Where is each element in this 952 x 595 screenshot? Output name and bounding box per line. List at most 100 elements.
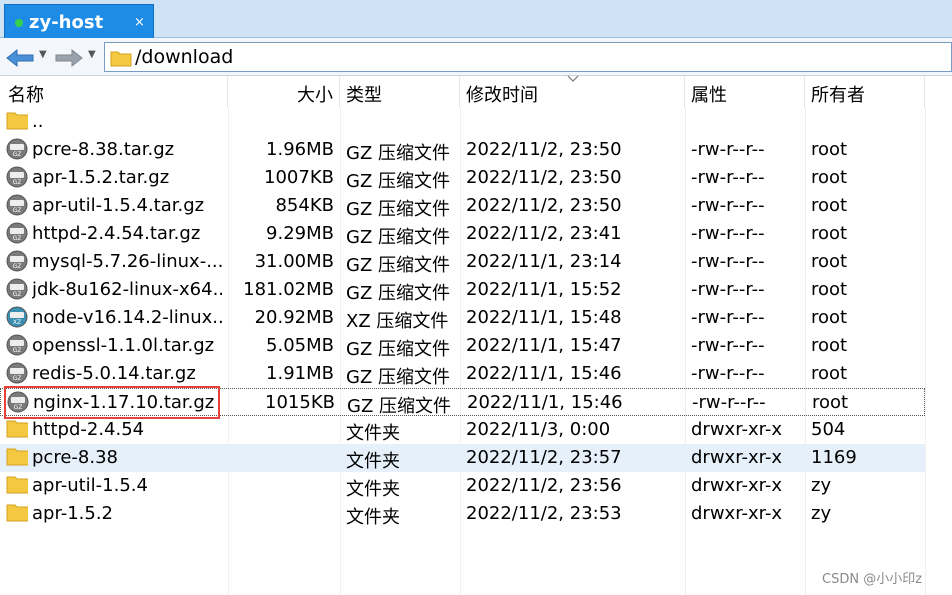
table-row[interactable]: .. (0, 108, 925, 136)
file-type: XZ 压缩文件 (346, 311, 449, 332)
table-row[interactable]: XZ node-v16.14.2-linux... 20.92MB XZ 压缩文件 20… (0, 304, 925, 332)
file-owner: root (812, 392, 849, 413)
file-modified-time: 2022/11/2, 23:50 (466, 139, 622, 160)
gz-archive-icon: GZ (7, 391, 29, 413)
file-attributes: -rw-r--r-- (691, 139, 765, 160)
file-attributes: drwxr-xr-x (691, 503, 782, 524)
column-header-name[interactable]: 名称 (0, 76, 228, 108)
table-row[interactable]: GZ nginx-1.17.10.tar.gz 1015KB GZ 压缩文件 2022/… (0, 388, 925, 417)
tab-zy-host[interactable]: zy-host × (4, 4, 154, 38)
table-row[interactable]: apr-util-1.5.4 文件夹 2022/11/2, 23:56 drwxr-x… (0, 472, 925, 500)
table-row[interactable]: GZ apr-util-1.5.4.tar.gz 854KB GZ 压缩文件 2022/… (0, 192, 925, 220)
file-size: 181.02MB (243, 279, 334, 300)
gz-archive-icon: GZ (6, 138, 28, 160)
file-modified-time: 2022/11/2, 23:50 (466, 195, 622, 216)
xz-archive-icon: XZ (6, 306, 28, 328)
file-modified-time: 2022/11/2, 23:50 (466, 167, 622, 188)
file-size: 1.96MB (266, 139, 334, 160)
file-type: GZ 压缩文件 (347, 396, 452, 417)
file-attributes: -rw-r--r-- (691, 335, 765, 356)
file-type: 文件夹 (346, 423, 400, 444)
table-row[interactable]: GZ openssl-1.1.0l.tar.gz 5.05MB GZ 压缩文件 2022… (0, 332, 925, 360)
column-header-attributes[interactable]: 属性 (685, 76, 805, 108)
gz-archive-icon: GZ (6, 250, 28, 272)
svg-text:GZ: GZ (13, 235, 22, 242)
gz-archive-icon: GZ (6, 166, 28, 188)
file-type: GZ 压缩文件 (346, 339, 451, 360)
sort-chevron-down-icon (567, 75, 579, 82)
table-row[interactable]: httpd-2.4.54 文件夹 2022/11/3, 0:00 drwxr-xr-x… (0, 416, 925, 444)
back-button[interactable]: ▼ (5, 44, 51, 70)
file-modified-time: 2022/11/1, 15:46 (466, 363, 622, 384)
file-type: GZ 压缩文件 (346, 367, 451, 388)
file-name: apr-util-1.5.4.tar.gz (32, 195, 205, 216)
table-row[interactable]: GZ pcre-8.38.tar.gz 1.96MB GZ 压缩文件 2022/11/2… (0, 136, 925, 164)
forward-dropdown-icon[interactable]: ▼ (88, 49, 96, 60)
file-modified-time: 2022/11/2, 23:53 (466, 503, 622, 524)
path-bar: ▼ ▼ (0, 38, 952, 76)
file-type: GZ 压缩文件 (346, 143, 451, 164)
svg-text:GZ: GZ (13, 263, 22, 270)
file-attributes: -rw-r--r-- (691, 223, 765, 244)
file-owner: root (811, 335, 848, 356)
file-attributes: -rw-r--r-- (691, 251, 765, 272)
file-attributes: drwxr-xr-x (691, 447, 782, 468)
file-name: pcre-8.38 (32, 447, 118, 468)
file-owner: root (811, 251, 848, 272)
file-owner: root (811, 279, 848, 300)
folder-icon (6, 418, 28, 440)
file-owner: root (811, 307, 848, 328)
file-modified-time: 2022/11/1, 15:52 (466, 279, 622, 300)
table-row[interactable]: GZ apr-1.5.2.tar.gz 1007KB GZ 压缩文件 2022/11/2… (0, 164, 925, 192)
watermark: CSDN @小小印z (822, 572, 923, 587)
file-owner: root (811, 363, 848, 384)
file-owner: 1169 (811, 447, 857, 468)
gz-archive-icon: GZ (6, 222, 28, 244)
svg-text:GZ: GZ (13, 291, 22, 298)
svg-text:GZ: GZ (13, 375, 22, 382)
table-row[interactable]: GZ jdk-8u162-linux-x64... 181.02MB GZ 压缩文件 2… (0, 276, 925, 304)
path-input[interactable] (135, 45, 835, 69)
column-header-size[interactable]: 大小 (228, 76, 340, 108)
back-arrow-icon (6, 48, 34, 68)
table-row[interactable]: GZ httpd-2.4.54.tar.gz 9.29MB GZ 压缩文件 2022/1… (0, 220, 925, 248)
path-box[interactable] (104, 42, 952, 72)
file-modified-time: 2022/11/2, 23:57 (466, 447, 622, 468)
file-attributes: -rw-r--r-- (692, 392, 766, 413)
connected-status-icon (15, 19, 23, 27)
file-size: 31.00MB (254, 251, 334, 272)
gz-archive-icon: GZ (6, 334, 28, 356)
column-header-owner[interactable]: 所有者 (805, 76, 925, 108)
file-owner: root (811, 223, 848, 244)
svg-text:GZ: GZ (13, 347, 22, 354)
back-dropdown-icon[interactable]: ▼ (39, 49, 47, 60)
file-modified-time: 2022/11/1, 23:14 (466, 251, 622, 272)
file-type: 文件夹 (346, 479, 400, 500)
file-size: 5.05MB (266, 335, 334, 356)
file-attributes: -rw-r--r-- (691, 167, 765, 188)
folder-icon (6, 110, 28, 132)
file-name: apr-1.5.2.tar.gz (32, 167, 170, 188)
file-type: GZ 压缩文件 (346, 227, 451, 248)
svg-text:GZ: GZ (13, 207, 22, 214)
file-name: httpd-2.4.54 (32, 419, 145, 440)
folder-icon (110, 51, 132, 67)
file-modified-time: 2022/11/3, 0:00 (466, 419, 611, 440)
table-row[interactable]: apr-1.5.2 文件夹 2022/11/2, 23:53 drwxr-xr-x zy (0, 500, 925, 528)
file-name: redis-5.0.14.tar.gz (32, 363, 196, 384)
forward-button[interactable]: ▼ (54, 44, 100, 70)
folder-icon (6, 502, 28, 524)
table-row[interactable]: pcre-8.38 文件夹 2022/11/2, 23:57 drwxr-xr-x 11… (0, 444, 925, 472)
table-row[interactable]: GZ redis-5.0.14.tar.gz 1.91MB GZ 压缩文件 2022/1… (0, 360, 925, 388)
close-icon[interactable]: × (134, 15, 145, 30)
file-modified-time: 2022/11/2, 23:56 (466, 475, 622, 496)
column-header-type[interactable]: 类型 (340, 76, 460, 108)
table-row[interactable]: GZ mysql-5.7.26-linux-... 31.00MB GZ 压缩文件 20… (0, 248, 925, 276)
file-type: GZ 压缩文件 (346, 283, 451, 304)
file-attributes: -rw-r--r-- (691, 195, 765, 216)
file-attributes: -rw-r--r-- (691, 307, 765, 328)
file-name: openssl-1.1.0l.tar.gz (32, 335, 215, 356)
gz-archive-icon: GZ (6, 278, 28, 300)
file-size: 1007KB (264, 167, 334, 188)
file-attributes: -rw-r--r-- (691, 363, 765, 384)
